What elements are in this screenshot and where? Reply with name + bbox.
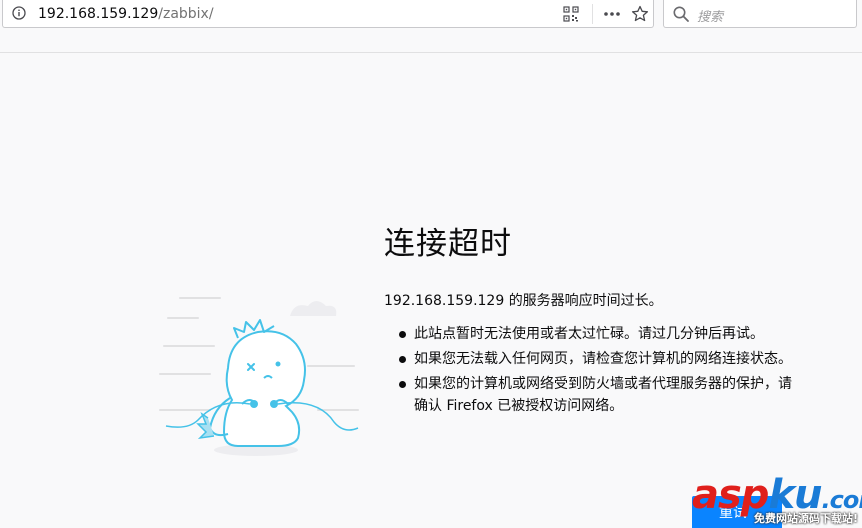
bookmark-star-icon[interactable] [631, 5, 649, 23]
bullet-icon [399, 331, 406, 338]
url-path: /zabbix/ [158, 6, 214, 22]
timeout-dinosaur-illustration [159, 297, 359, 456]
search-icon [673, 6, 689, 22]
qr-code-icon[interactable] [563, 6, 579, 22]
url-text[interactable]: 192.168.159.129/zabbix/ [38, 6, 214, 22]
bullet-icon [399, 381, 406, 388]
suggestion-text: 此站点暂时无法使用或者太过忙碌。请过几分钟后再试。 [414, 326, 764, 342]
suggestion-text: 如果您无法载入任何网页，请检查您计算机的网络连接状态。 [414, 351, 792, 367]
toolbar-separator [592, 4, 593, 24]
list-item: 如果您的计算机或网络受到防火墙或者代理服务器的保护，请确认 Firefox 已被… [384, 373, 794, 417]
watermark-subtitle: 免费网站源码下载站! [754, 512, 859, 525]
info-icon[interactable] [12, 6, 26, 20]
search-placeholder: 搜索 [697, 10, 724, 25]
watermark-logo: aspku.com 免费网站源码下载站! [688, 472, 862, 528]
error-description: 192.168.159.129 的服务器响应时间过长。 [384, 293, 663, 309]
suggestion-text: 如果您的计算机或网络受到防火墙或者代理服务器的保护，请确认 Firefox 已被… [414, 376, 792, 414]
bullet-icon [399, 356, 406, 363]
browser-toolbar: 192.168.159.129/zabbix/ 搜索 [0, 0, 862, 53]
error-suggestions-list: 此站点暂时无法使用或者太过忙碌。请过几分钟后再试。 如果您无法载入任何网页，请检… [384, 323, 794, 420]
error-title: 连接超时 [384, 226, 512, 262]
list-item: 如果您无法载入任何网页，请检查您计算机的网络连接状态。 [384, 348, 794, 370]
url-host: 192.168.159.129 [38, 6, 159, 22]
url-bar[interactable]: 192.168.159.129/zabbix/ [2, 0, 654, 28]
page-actions-more-icon[interactable] [602, 6, 622, 22]
search-bar[interactable]: 搜索 [663, 0, 857, 28]
list-item: 此站点暂时无法使用或者太过忙碌。请过几分钟后再试。 [384, 323, 794, 345]
